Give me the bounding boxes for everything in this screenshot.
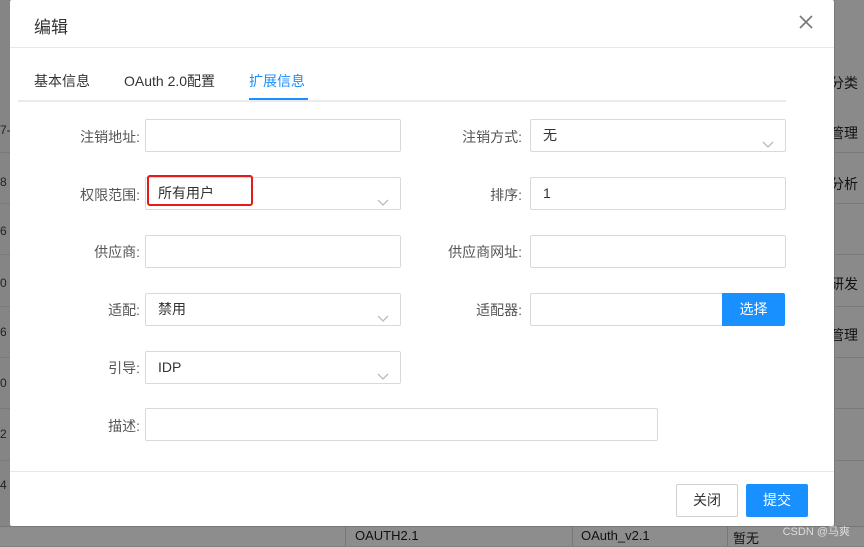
active-tab-indicator: [249, 98, 308, 100]
adapt-select[interactable]: 禁用: [145, 293, 401, 326]
provider-input[interactable]: [145, 235, 401, 268]
background-cell-divider: [572, 526, 573, 546]
scope-label: 权限范围:: [80, 187, 140, 203]
sort-label: 排序:: [490, 187, 522, 203]
logout-url-input[interactable]: [145, 119, 401, 152]
tab-extended-info[interactable]: 扩展信息: [249, 71, 305, 91]
background-left-column: [0, 0, 10, 546]
logout-url-label: 注销地址:: [80, 129, 140, 145]
guide-select[interactable]: IDP: [145, 351, 401, 384]
adapt-label: 适配:: [108, 302, 140, 318]
sort-input[interactable]: 1: [530, 177, 786, 210]
background-cell-text: 暂无: [733, 531, 760, 546]
chevron-down-icon: [376, 188, 390, 206]
background-cell-text: OAuth_v2.1: [581, 528, 650, 543]
description-label: 描述:: [108, 418, 140, 434]
background-cell-text: 分类: [830, 75, 858, 91]
chevron-down-icon: [376, 362, 390, 380]
background-row-number: 6: [0, 224, 7, 238]
background-row-number: 8: [0, 175, 7, 189]
background-row-number: 0: [0, 376, 7, 390]
tab-basic-info[interactable]: 基本信息: [34, 71, 90, 91]
dialog-title: 编辑: [34, 18, 68, 37]
background-cell-divider: [345, 526, 346, 546]
provider-label: 供应商:: [94, 244, 140, 260]
submit-button[interactable]: 提交: [746, 484, 808, 517]
provider-url-input[interactable]: [530, 235, 786, 268]
background-row-number: 7-: [0, 123, 10, 137]
background-row-number: 4: [0, 478, 7, 492]
tab-oauth-config[interactable]: OAuth 2.0配置: [124, 71, 215, 91]
sort-value: 1: [543, 185, 551, 201]
background-cell-text: 管理: [830, 327, 858, 343]
dialog-header: 编辑: [10, 0, 834, 48]
adapter-label: 适配器:: [476, 302, 522, 318]
background-cell-text: 管理: [830, 125, 858, 141]
description-input[interactable]: [145, 408, 658, 441]
logout-method-value: 无: [543, 127, 557, 143]
background-cell-divider: [727, 526, 728, 546]
guide-label: 引导:: [108, 360, 140, 376]
logout-method-label: 注销方式:: [462, 129, 522, 145]
close-button[interactable]: 关闭: [676, 484, 738, 517]
background-row-number: 0: [0, 276, 7, 290]
annotation-highlight-box: [147, 175, 253, 206]
background-cell-text: 分析: [830, 176, 858, 192]
logout-method-select[interactable]: 无: [530, 119, 786, 152]
chevron-down-icon: [761, 130, 775, 148]
chevron-down-icon: [376, 304, 390, 322]
guide-value: IDP: [158, 359, 182, 375]
choose-adapter-button[interactable]: 选择: [722, 293, 785, 326]
adapter-input[interactable]: [530, 293, 723, 326]
tab-bar: 基本信息 OAuth 2.0配置 扩展信息: [18, 48, 786, 102]
close-icon[interactable]: [796, 12, 816, 32]
background-row-number: 2: [0, 427, 7, 441]
background-cell-text: 研发: [830, 276, 858, 292]
background-cell-text: OAUTH2.1: [355, 528, 419, 543]
adapt-value: 禁用: [158, 301, 186, 317]
background-row-number: 6: [0, 325, 7, 339]
provider-url-label: 供应商网址:: [448, 244, 522, 260]
